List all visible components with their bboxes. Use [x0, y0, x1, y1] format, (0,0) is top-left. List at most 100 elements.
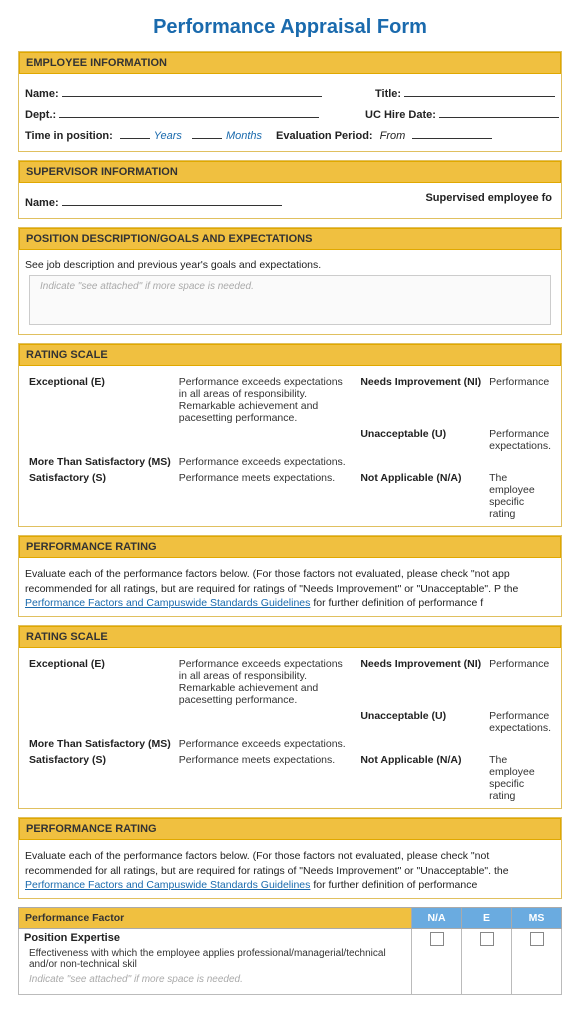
- col-ms-header: MS: [512, 908, 562, 929]
- rating-term-unacceptable-1: Unacceptable (U): [356, 426, 485, 454]
- rating-term-mts-1: More Than Satisfactory (MS): [25, 454, 175, 470]
- rating-scale-2-section: RATING SCALE Exceptional (E) Performance…: [18, 625, 562, 809]
- rating-term-satisfactory-1: Satisfactory (S): [25, 470, 175, 522]
- perf-link-2[interactable]: Performance Factors and Campuswide Stand…: [25, 879, 310, 891]
- perf-text-before-2: Evaluate each of the performance factors…: [25, 850, 509, 877]
- name-label: Name:: [25, 88, 59, 100]
- col-factor-header: Performance Factor: [19, 908, 412, 929]
- goals-box[interactable]: Indicate "see attached" if more space is…: [29, 275, 551, 325]
- months-blank[interactable]: [192, 125, 222, 139]
- rating-desc-na-2: The employee specific rating: [485, 752, 555, 804]
- perf-link-1[interactable]: Performance Factors and Campuswide Stand…: [25, 597, 310, 609]
- position-desc-text: See job description and previous year's …: [25, 259, 555, 271]
- rating-scale-2-header: RATING SCALE: [19, 626, 561, 648]
- position-desc-header: POSITION DESCRIPTION/GOALS AND EXPECTATI…: [19, 228, 561, 250]
- goals-placeholder: Indicate "see attached" if more space is…: [34, 277, 260, 296]
- name-title-row: Name: Title:: [25, 83, 555, 100]
- supervisor-name-col: Name:: [25, 192, 345, 209]
- dept-field[interactable]: [59, 104, 319, 118]
- years-blank[interactable]: [120, 125, 150, 139]
- table-row: Position Expertise Effectiveness with wh…: [19, 929, 562, 995]
- position-expertise-desc: Effectiveness with which the employee ap…: [24, 946, 406, 972]
- rating-term-needs-2: Needs Improvement (NI): [356, 656, 485, 708]
- supervisor-name-label: Name:: [25, 197, 59, 209]
- rating-row2-1: Exceptional (E) Performance exceeds expe…: [25, 656, 555, 708]
- perf-text-after-2: for further definition of performance: [310, 879, 477, 891]
- uc-hire-field[interactable]: [439, 104, 559, 118]
- page-title: Performance Appraisal Form: [18, 16, 562, 39]
- col-e-header: E: [462, 908, 512, 929]
- dept-hire-row: Dept.: UC Hire Date:: [25, 104, 555, 121]
- position-expertise-placeholder: Indicate "see attached" if more space is…: [24, 972, 406, 991]
- rating-desc-satisfactory-2: Performance meets expectations.: [175, 752, 357, 804]
- rating-desc-needs-1: Performance: [485, 374, 555, 426]
- rating-term-mts-2: More Than Satisfactory (MS): [25, 736, 175, 752]
- ms-checkbox[interactable]: [530, 932, 544, 946]
- name-field[interactable]: [62, 83, 322, 97]
- col-na-header: N/A: [412, 908, 462, 929]
- position-expertise-name-cell: Position Expertise Effectiveness with wh…: [19, 929, 412, 995]
- employee-info-header: EMPLOYEE INFORMATION: [19, 52, 561, 74]
- rating-row-3: More Than Satisfactory (MS) Performance …: [25, 454, 555, 470]
- rating-term-na-2: Not Applicable (N/A): [356, 752, 485, 804]
- performance-rating-1-text: Evaluate each of the performance factors…: [19, 562, 561, 616]
- rating-desc-satisfactory-1: Performance meets expectations.: [175, 470, 357, 522]
- supervisor-info-header: SUPERVISOR INFORMATION: [19, 161, 561, 183]
- supervised-label: Supervised employee fo: [425, 192, 552, 204]
- perf-text-before-1: Evaluate each of the performance factors…: [25, 568, 518, 595]
- supervisor-name-row: Name: Supervised employee fo: [25, 192, 555, 209]
- performance-rating-2-section: PERFORMANCE RATING Evaluate each of the …: [18, 817, 562, 899]
- years-label: Years: [154, 130, 182, 142]
- table-header-row: Performance Factor N/A E MS: [19, 908, 562, 929]
- rating-term-unacceptable-2: Unacceptable (U): [356, 708, 485, 736]
- position-desc-section: POSITION DESCRIPTION/GOALS AND EXPECTATI…: [18, 227, 562, 335]
- time-label: Time in position:: [25, 130, 113, 142]
- rating-term-na-1: Not Applicable (N/A): [356, 470, 485, 522]
- rating-row2-2: Unacceptable (U) Performance expectation…: [25, 708, 555, 736]
- position-expertise-name: Position Expertise: [24, 932, 406, 946]
- rating-desc-na-1: The employee specific rating: [485, 470, 555, 522]
- rating-row-4: Satisfactory (S) Performance meets expec…: [25, 470, 555, 522]
- performance-rating-1-section: PERFORMANCE RATING Evaluate each of the …: [18, 535, 562, 617]
- rating-scale-1-table: Exceptional (E) Performance exceeds expe…: [25, 374, 555, 522]
- eval-label: Evaluation Period:: [276, 130, 373, 142]
- rating-term-satisfactory-2: Satisfactory (S): [25, 752, 175, 804]
- rating-desc-unacceptable-2: Performance expectations.: [485, 708, 555, 736]
- rating-scale-1-section: RATING SCALE Exceptional (E) Performance…: [18, 343, 562, 527]
- name-col: Name:: [25, 83, 365, 100]
- title-col: Title:: [375, 83, 555, 100]
- employee-info-section: EMPLOYEE INFORMATION Name: Title: Dept.:…: [18, 51, 562, 152]
- rating-row2-4: Satisfactory (S) Performance meets expec…: [25, 752, 555, 804]
- eval-from-field[interactable]: [412, 125, 492, 139]
- rating-row-2: Unacceptable (U) Performance expectation…: [25, 426, 555, 454]
- supervisor-name-field[interactable]: [62, 192, 282, 206]
- rating-desc-mts-1: Performance exceeds expectations.: [175, 454, 357, 470]
- rating-desc-needs-2: Performance: [485, 656, 555, 708]
- performance-rating-1-header: PERFORMANCE RATING: [19, 536, 561, 558]
- performance-rating-2-header: PERFORMANCE RATING: [19, 818, 561, 840]
- rating-term-exceptional-2: Exceptional (E): [25, 656, 175, 708]
- rating-term-needs-1: Needs Improvement (NI): [356, 374, 485, 426]
- rating-desc-unacceptable-1: Performance expectations.: [485, 426, 555, 454]
- title-field[interactable]: [404, 83, 555, 97]
- na-checkbox[interactable]: [430, 932, 444, 946]
- perf-text-after-1: for further definition of performance f: [310, 597, 483, 609]
- na-checkbox-cell[interactable]: [412, 929, 462, 995]
- e-checkbox[interactable]: [480, 932, 494, 946]
- supervised-col: Supervised employee fo: [355, 192, 555, 209]
- eval-period: Evaluation Period: From: [276, 125, 492, 142]
- uc-hire-col: UC Hire Date:: [365, 104, 555, 121]
- rating-row2-3: More Than Satisfactory (MS) Performance …: [25, 736, 555, 752]
- from-label: From: [380, 130, 406, 142]
- ms-checkbox-cell[interactable]: [512, 929, 562, 995]
- dept-col: Dept.:: [25, 104, 355, 121]
- rating-term-exceptional-1: Exceptional (E): [25, 374, 175, 426]
- e-checkbox-cell[interactable]: [462, 929, 512, 995]
- rating-row-1: Exceptional (E) Performance exceeds expe…: [25, 374, 555, 426]
- rating-scale-1-header: RATING SCALE: [19, 344, 561, 366]
- supervisor-info-section: SUPERVISOR INFORMATION Name: Supervised …: [18, 160, 562, 219]
- rating-desc-exceptional-1: Performance exceeds expectations in all …: [175, 374, 357, 426]
- performance-factor-table: Performance Factor N/A E MS Position Exp…: [18, 907, 562, 995]
- title-label: Title:: [375, 88, 401, 100]
- dept-label: Dept.:: [25, 109, 56, 121]
